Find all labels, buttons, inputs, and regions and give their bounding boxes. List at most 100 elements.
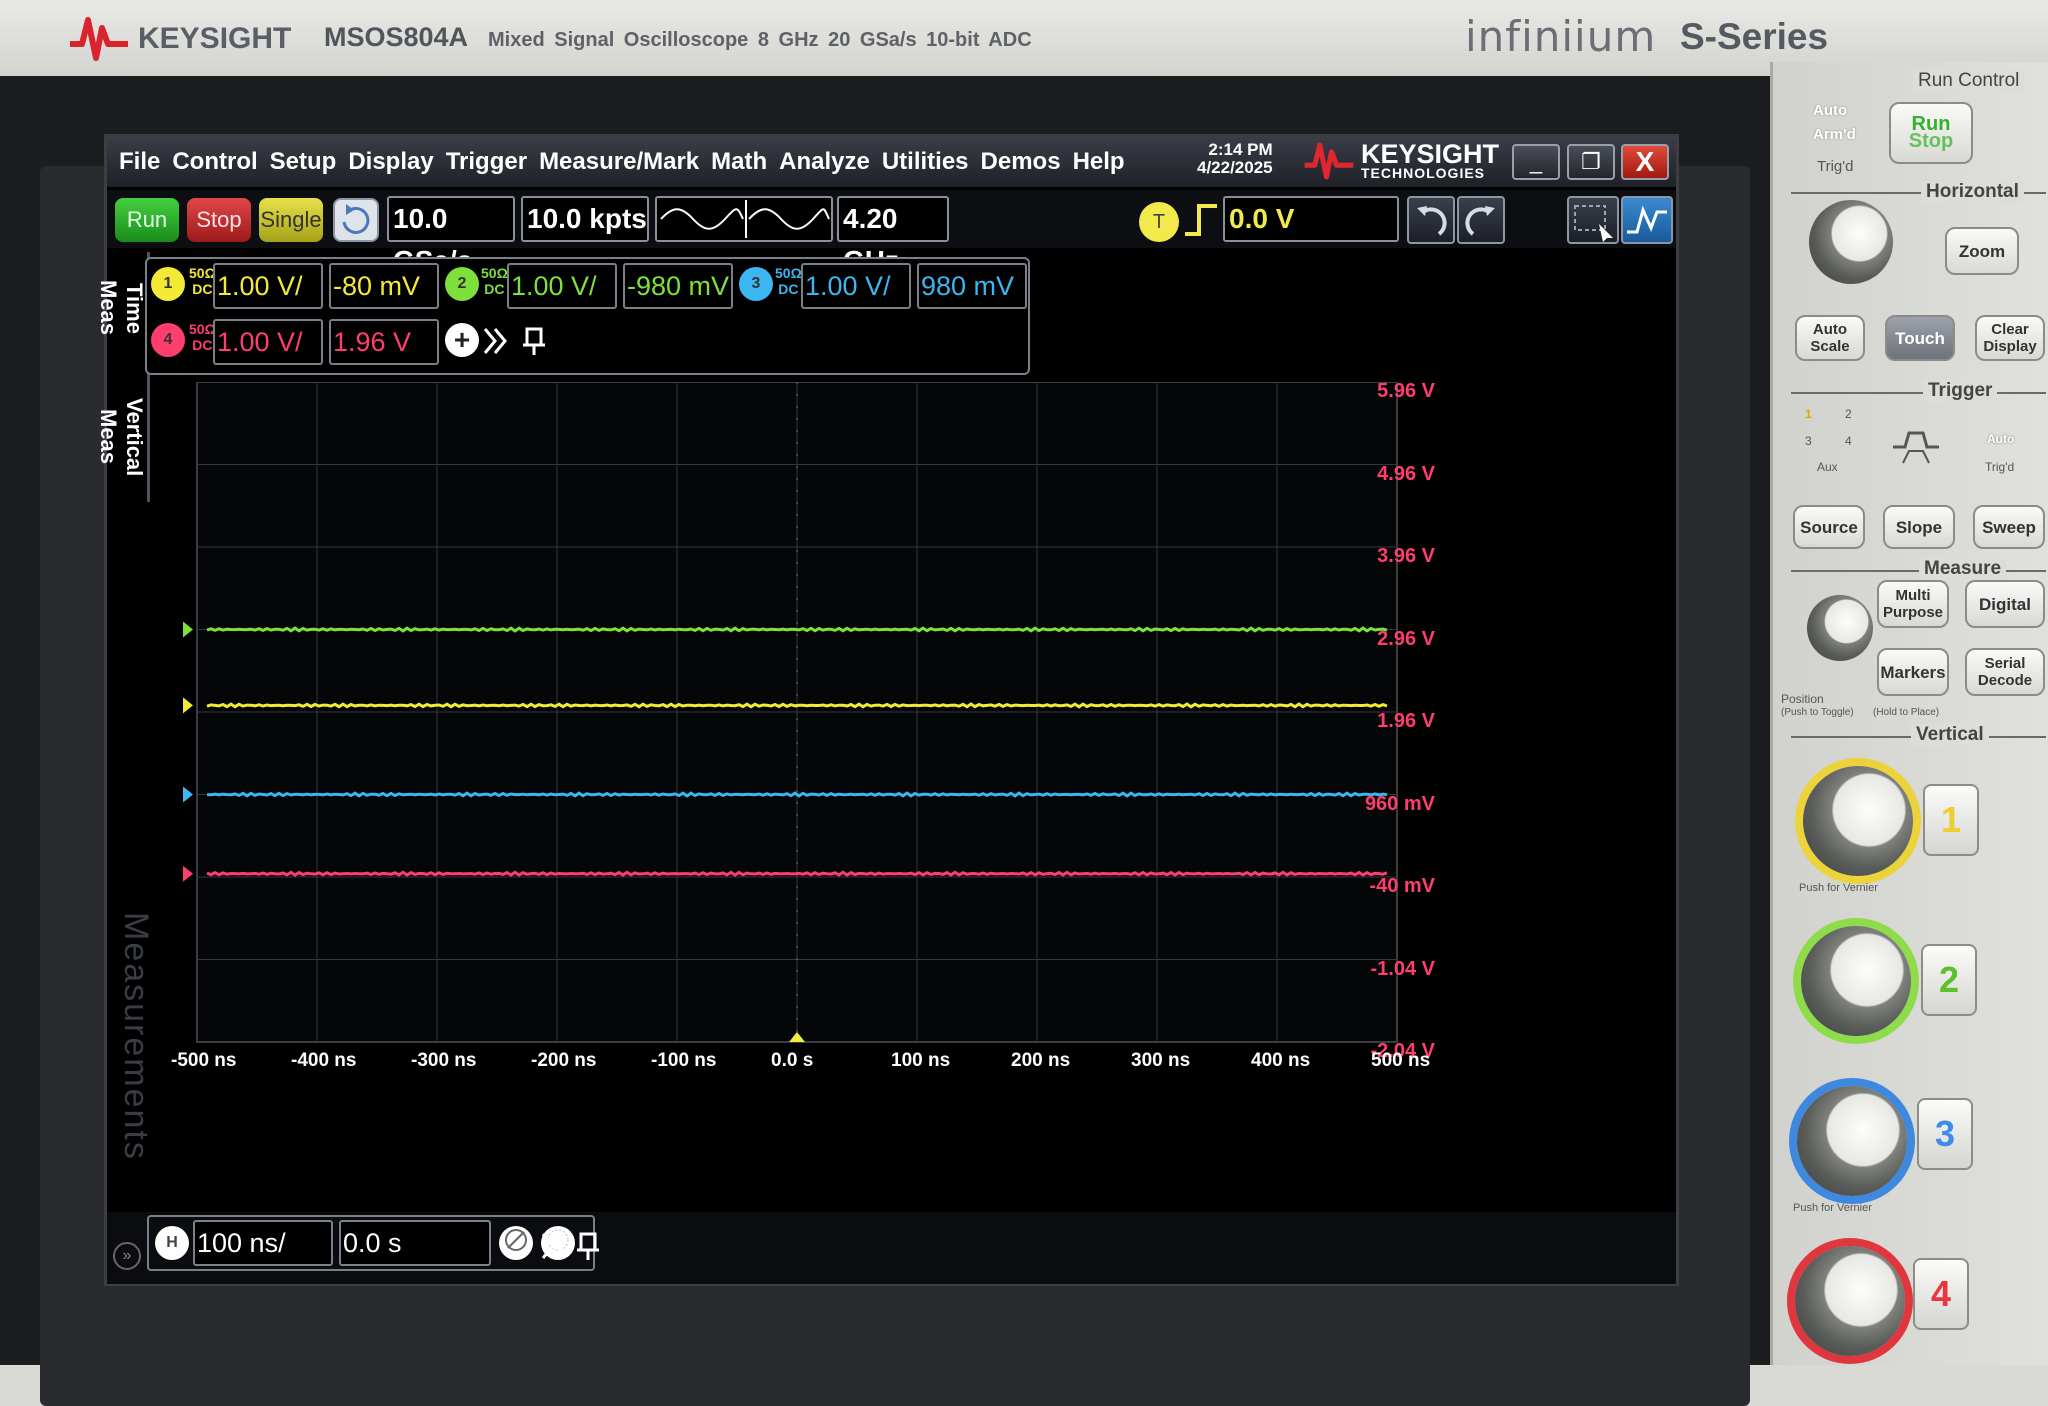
ground-marker-4	[183, 865, 193, 882]
time-label: 300 ns	[1131, 1050, 1191, 1071]
channel-1-button[interactable]: 1	[151, 267, 185, 301]
waveform-display[interactable]: 5.96 V 4.96 V 3.96 V 2.96 V 1.96 V 960 mV -40 …	[157, 380, 1567, 1102]
oscilloscope-screen: File Control Setup Display Trigger Measu…	[96, 134, 1679, 1286]
menu-help[interactable]: Help	[1073, 148, 1125, 176]
menu-math[interactable]: Math	[711, 148, 767, 176]
serial-decode-key[interactable]: Serial Decode	[1965, 648, 2045, 696]
horizontal-title: Horizontal	[1921, 181, 2024, 203]
trigger-sweep-key[interactable]: Sweep	[1973, 505, 2045, 549]
default-setup-button[interactable]	[333, 198, 379, 242]
keysight-logo: KEYSIGHT	[68, 14, 291, 64]
run-stop-key[interactable]: Run Stop	[1889, 102, 1973, 164]
multi-purpose-key[interactable]: Multi Purpose	[1877, 580, 1949, 628]
clear-display-key[interactable]: Clear Display	[1975, 315, 2045, 361]
horizontal-button[interactable]: H	[155, 1226, 189, 1260]
channel-1-key[interactable]: 1	[1923, 784, 1979, 856]
channel-4-vertical-knob[interactable]	[1795, 1246, 1905, 1356]
acquisition-mode-field[interactable]	[655, 196, 833, 242]
channel-4-scale[interactable]: 1.00 V/	[213, 319, 323, 365]
digital-key[interactable]: Digital	[1965, 580, 2045, 628]
brand-name: KEYSIGHT	[138, 22, 292, 55]
channel-1-scale[interactable]: 1.00 V/	[213, 263, 323, 309]
sample-rate-field[interactable]: 10.0 GSa/s	[387, 196, 515, 276]
channel-1-vertical-knob[interactable]	[1803, 766, 1913, 876]
channel-3-key[interactable]: 3	[1917, 1098, 1973, 1170]
menu-setup[interactable]: Setup	[270, 148, 337, 176]
trigger-level-field[interactable]: 0.0 V	[1223, 196, 1399, 242]
touch-key[interactable]: Touch	[1885, 315, 1955, 361]
expand-channels-icon[interactable]	[481, 325, 511, 362]
trigger-auto-indicator: Auto	[1987, 432, 2015, 446]
channel-2-scale[interactable]: 1.00 V/	[507, 263, 617, 309]
single-button[interactable]: Single	[259, 198, 323, 242]
channel-3-coupling: 50Ω DC	[775, 265, 802, 297]
trace-channel-2	[206, 626, 1388, 633]
stop-button[interactable]: Stop	[187, 198, 251, 242]
tab-vertical-meas[interactable]: Vertical Meas	[96, 372, 150, 502]
bandwidth-field[interactable]: 4.20 GHz	[837, 196, 949, 276]
channel-2-offset[interactable]: -980 mV	[623, 263, 733, 309]
channel-3-scale[interactable]: 1.00 V/	[801, 263, 911, 309]
horizontal-pin-icon[interactable]	[575, 1230, 601, 1267]
pin-icon[interactable]	[521, 325, 547, 362]
channel-2-vertical-knob[interactable]	[1801, 926, 1911, 1036]
measurement-sidebar: Time Meas Vertical Meas Measurements	[96, 252, 155, 1162]
zoom-key[interactable]: Zoom	[1945, 227, 2019, 275]
add-channel-button[interactable]: +	[445, 323, 479, 357]
expand-horizontal-icon[interactable]	[539, 1230, 569, 1267]
volt-label: 1.96 V	[1377, 710, 1435, 732]
time-label: 500 ns	[1371, 1050, 1431, 1071]
menu-file[interactable]: File	[119, 148, 160, 176]
auto-scale-screen-button[interactable]	[1621, 196, 1673, 244]
menu-measure-mark[interactable]: Measure/Mark	[539, 148, 699, 176]
keysight-wave-icon	[70, 17, 128, 61]
measure-position-knob[interactable]	[1807, 595, 1873, 661]
channel-3-offset[interactable]: 980 mV	[917, 263, 1027, 309]
restore-button[interactable]: ❐	[1567, 144, 1615, 180]
zoom-box-button[interactable]	[1567, 196, 1619, 244]
time-label: -300 ns	[411, 1050, 477, 1071]
horizontal-scale-knob[interactable]	[1809, 200, 1893, 284]
channel-2-key[interactable]: 2	[1921, 944, 1977, 1016]
trig-source-4: 4	[1845, 434, 1852, 448]
model-description: Mixed Signal Oscilloscope 8 GHz 20 GSa/s…	[488, 29, 1032, 51]
channel-2-button[interactable]: 2	[445, 267, 479, 301]
close-button[interactable]: X	[1621, 144, 1669, 180]
redo-button[interactable]	[1457, 196, 1505, 244]
run-button[interactable]: Run	[115, 198, 179, 242]
channel-3-vertical-knob[interactable]	[1797, 1086, 1907, 1196]
menu-demos[interactable]: Demos	[981, 148, 1061, 176]
channel-2-coupling: 50Ω DC	[481, 265, 508, 297]
timebase-scale[interactable]: 100 ns/	[193, 1220, 333, 1266]
markers-key[interactable]: Markers	[1877, 648, 1949, 696]
time-label: -200 ns	[531, 1050, 597, 1071]
horizontal-delay[interactable]: 0.0 s	[339, 1220, 491, 1266]
menu-trigger[interactable]: Trigger	[446, 148, 527, 176]
trigger-indicator[interactable]: T	[1139, 202, 1179, 242]
auto-scale-key[interactable]: Auto Scale	[1795, 315, 1865, 361]
menu-display[interactable]: Display	[348, 148, 433, 176]
memory-depth-field[interactable]: 10.0 kpts	[521, 196, 649, 242]
channel-4-offset[interactable]: 1.96 V	[329, 319, 439, 365]
menu-utilities[interactable]: Utilities	[882, 148, 969, 176]
trigger-source-key[interactable]: Source	[1793, 505, 1865, 549]
undo-button[interactable]	[1407, 196, 1455, 244]
channel-3-button[interactable]: 3	[739, 267, 773, 301]
minimize-button[interactable]: _	[1512, 144, 1560, 180]
ground-marker-2	[183, 621, 193, 638]
expand-bottom-button[interactable]: »	[113, 1242, 141, 1270]
delay-reference-button[interactable]	[499, 1226, 533, 1260]
measure-title: Measure	[1919, 558, 2007, 580]
screen-keysight-logo: KEYSIGHT TECHNOLOGIES	[1303, 140, 1499, 182]
menu-control[interactable]: Control	[172, 148, 257, 176]
trig-source-aux: Aux	[1817, 460, 1838, 474]
trigger-slope-key[interactable]: Slope	[1883, 505, 1955, 549]
rising-edge-icon	[1183, 202, 1219, 243]
channel-1-offset[interactable]: -80 mV	[329, 263, 439, 309]
menu-bar: File Control Setup Display Trigger Measu…	[107, 137, 1676, 187]
series-brand: infiniium	[1465, 12, 1657, 61]
channel-4-key[interactable]: 4	[1913, 1258, 1969, 1330]
undo-icon	[1417, 206, 1447, 236]
channel-4-button[interactable]: 4	[151, 323, 185, 357]
menu-analyze[interactable]: Analyze	[779, 148, 870, 176]
